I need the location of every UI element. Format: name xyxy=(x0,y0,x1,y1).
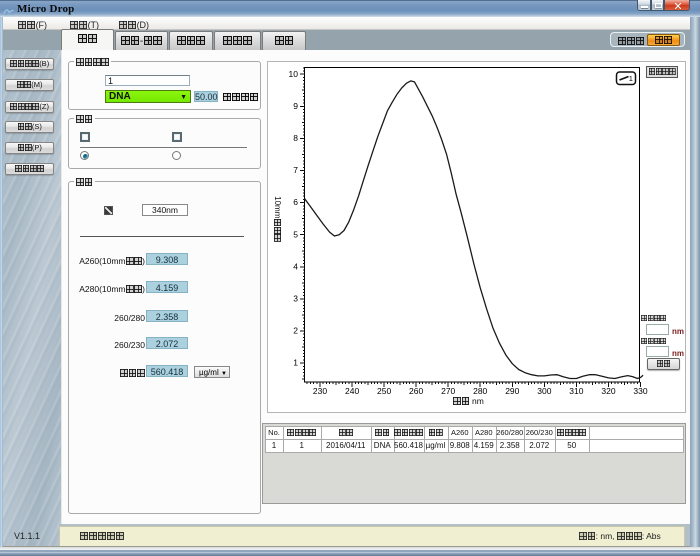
svg-text:4: 4 xyxy=(293,261,298,271)
svg-text:270: 270 xyxy=(441,386,455,396)
svg-text:240: 240 xyxy=(345,386,359,396)
svg-text:320: 320 xyxy=(601,386,615,396)
svg-text:260: 260 xyxy=(409,386,423,396)
svg-text:8: 8 xyxy=(293,133,298,143)
svg-text:3: 3 xyxy=(293,294,298,304)
svg-text:7: 7 xyxy=(293,165,298,175)
svg-text:330: 330 xyxy=(633,386,647,396)
svg-text:310: 310 xyxy=(569,386,583,396)
svg-text:9: 9 xyxy=(293,101,298,111)
svg-text:5: 5 xyxy=(293,229,298,239)
svg-text:290: 290 xyxy=(505,386,519,396)
svg-text:1: 1 xyxy=(293,358,298,368)
svg-text:1: 1 xyxy=(629,74,633,83)
svg-text:10: 10 xyxy=(289,69,299,79)
svg-text:300: 300 xyxy=(537,386,551,396)
svg-text:6: 6 xyxy=(293,197,298,207)
svg-text:250: 250 xyxy=(377,386,391,396)
svg-text:2: 2 xyxy=(293,326,298,336)
svg-text:280: 280 xyxy=(473,386,487,396)
svg-text:230: 230 xyxy=(313,386,327,396)
